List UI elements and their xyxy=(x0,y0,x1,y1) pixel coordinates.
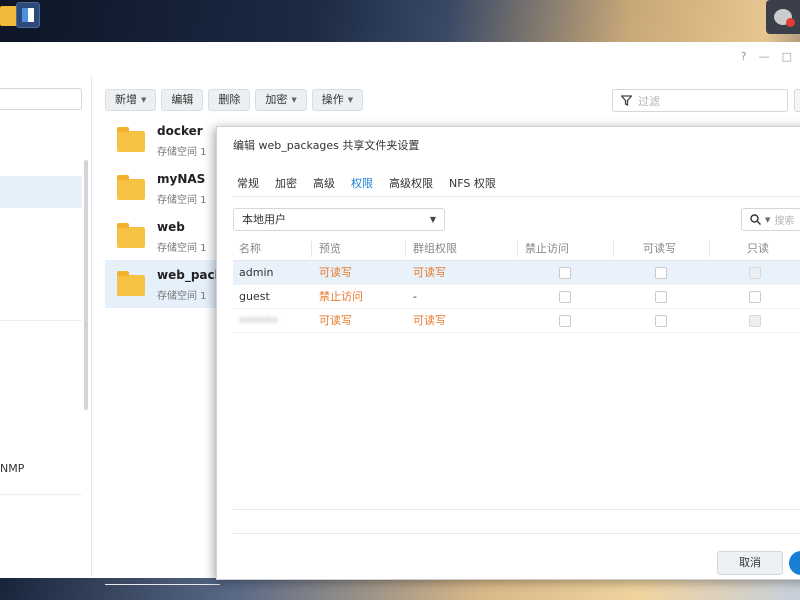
readwrite-checkbox[interactable] xyxy=(655,291,667,303)
desktop-wallpaper-bottom xyxy=(0,578,800,600)
folder-name: myNAS xyxy=(157,172,206,186)
group-permission: 可读写 xyxy=(413,314,446,327)
dialog-footer-divider xyxy=(233,533,800,534)
column-header-name[interactable]: 名称 xyxy=(239,237,261,261)
table-row[interactable]: guest 禁止访问 - xyxy=(233,285,800,309)
edit-shared-folder-dialog: 编辑 web_packages 共享文件夹设置 常规 加密 高级 权限 高级权限… xyxy=(216,126,800,580)
list-item[interactable]: myNAS 存储空间 1 xyxy=(105,164,225,212)
folder-volume: 存储空间 1 xyxy=(157,147,207,158)
folder-volume: 存储空间 1 xyxy=(157,243,207,254)
sidebar-divider xyxy=(0,320,82,321)
column-separator xyxy=(709,241,710,257)
shared-folder-list: docker 存储空间 1 myNAS 存储空间 1 web 存储空间 1 we… xyxy=(105,116,255,308)
minimize-icon[interactable]: — xyxy=(759,50,770,63)
column-header-deny[interactable]: 禁止访问 xyxy=(525,237,569,261)
folder-name: docker xyxy=(157,124,203,138)
filter-icon xyxy=(621,95,632,106)
folder-volume: 存储空间 1 xyxy=(157,195,207,206)
list-item[interactable]: web 存储空间 1 xyxy=(105,212,225,260)
column-separator xyxy=(517,241,518,257)
window-controls: ? — □ xyxy=(741,50,792,63)
table-row[interactable]: •••••• 可读写 可读写 xyxy=(233,309,800,333)
view-toggle-button[interactable] xyxy=(794,89,800,112)
folder-icon xyxy=(117,271,145,296)
filter-placeholder: 过滤 xyxy=(638,94,660,108)
new-button[interactable]: 新增 ▼ xyxy=(105,89,157,111)
folder-name: web xyxy=(157,220,185,234)
notification-badge xyxy=(786,18,795,27)
chevron-down-icon: ▼ xyxy=(429,215,436,224)
tabs-divider xyxy=(233,196,800,197)
sidebar-scrollbar[interactable] xyxy=(84,160,88,410)
column-separator xyxy=(311,241,312,257)
column-header-readwrite[interactable]: 可读写 xyxy=(643,237,676,261)
group-permission: 可读写 xyxy=(413,266,446,279)
preview-permission: 可读写 xyxy=(319,266,352,279)
permissions-table: 名称 预览 群组权限 禁止访问 可读写 只读 admin 可读写 可读写 gue… xyxy=(233,237,800,333)
list-footer-divider xyxy=(105,584,220,585)
user-source-select[interactable]: 本地用户 ▼ xyxy=(233,208,445,231)
tab-advanced[interactable]: 高级 xyxy=(313,175,335,191)
column-separator xyxy=(613,241,614,257)
file-station-taskbar-icon[interactable] xyxy=(16,2,40,28)
preview-permission: 禁止访问 xyxy=(319,290,363,303)
deny-checkbox[interactable] xyxy=(559,315,571,327)
permission-search-input[interactable]: ▼ 搜索 xyxy=(741,208,800,231)
chevron-down-icon: ▼ xyxy=(291,96,297,104)
table-row[interactable]: admin 可读写 可读写 xyxy=(233,261,800,285)
sidebar-item-selected[interactable] xyxy=(0,176,82,208)
filter-input[interactable]: 过滤 xyxy=(612,89,788,112)
readonly-checkbox[interactable] xyxy=(749,315,761,327)
deny-checkbox[interactable] xyxy=(559,291,571,303)
readonly-checkbox[interactable] xyxy=(749,267,761,279)
chevron-down-icon: ▼ xyxy=(347,96,354,104)
dialog-title: 编辑 web_packages 共享文件夹设置 xyxy=(233,139,420,152)
dialog-tabs: 常规 加密 高级 权限 高级权限 NFS 权限 xyxy=(237,175,496,191)
deny-checkbox[interactable] xyxy=(559,267,571,279)
sidebar-item-snmp[interactable]: NMP xyxy=(0,462,24,475)
encrypt-button[interactable]: 加密 ▼ xyxy=(255,89,307,111)
tab-general[interactable]: 常规 xyxy=(237,175,259,191)
user-name: guest xyxy=(239,290,270,303)
table-footer-divider xyxy=(233,509,800,510)
help-icon[interactable]: ? xyxy=(741,50,747,63)
cancel-button[interactable]: 取消 xyxy=(717,551,783,575)
tab-encryption[interactable]: 加密 xyxy=(275,175,297,191)
column-header-preview[interactable]: 预览 xyxy=(319,237,341,261)
folder-icon xyxy=(117,127,145,152)
chevron-down-icon: ▼ xyxy=(141,96,147,104)
folder-icon xyxy=(117,223,145,248)
table-header: 名称 预览 群组权限 禁止访问 可读写 只读 xyxy=(233,237,800,261)
edit-button[interactable]: 编辑 xyxy=(161,89,204,111)
column-header-group[interactable]: 群组权限 xyxy=(413,237,457,261)
preview-permission: 可读写 xyxy=(319,314,352,327)
column-header-readonly[interactable]: 只读 xyxy=(747,237,769,261)
user-name: admin xyxy=(239,266,274,279)
chevron-down-icon: ▼ xyxy=(765,215,771,224)
readwrite-checkbox[interactable] xyxy=(655,267,667,279)
list-item-selected[interactable]: web_packages 存储空间 1 xyxy=(105,260,255,308)
sidebar-divider xyxy=(0,494,82,495)
search-placeholder: 搜索 xyxy=(774,216,795,227)
maximize-icon[interactable]: □ xyxy=(782,50,792,63)
list-item[interactable]: docker 存储空间 1 xyxy=(105,116,225,164)
tab-nfs-permissions[interactable]: NFS 权限 xyxy=(449,175,496,191)
delete-button[interactable]: 删除 xyxy=(208,89,251,111)
group-permission: - xyxy=(413,290,417,303)
readwrite-checkbox[interactable] xyxy=(655,315,667,327)
readonly-checkbox[interactable] xyxy=(749,291,761,303)
tab-advanced-permissions[interactable]: 高级权限 xyxy=(389,175,433,191)
tab-permissions[interactable]: 权限 xyxy=(351,175,373,191)
search-icon xyxy=(750,214,761,225)
notification-button[interactable] xyxy=(766,0,800,34)
user-name-redacted: •••••• xyxy=(239,314,278,327)
sidebar: NMP xyxy=(0,76,92,576)
action-button[interactable]: 操作 ▼ xyxy=(311,89,364,111)
folder-icon xyxy=(117,175,145,200)
toolbar: 新增 ▼ 编辑 删除 加密 ▼ 操作 ▼ xyxy=(105,89,364,111)
column-separator xyxy=(405,241,406,257)
folder-volume: 存储空间 1 xyxy=(157,291,207,302)
sidebar-search-input[interactable] xyxy=(0,88,82,110)
ok-button[interactable] xyxy=(789,551,800,575)
